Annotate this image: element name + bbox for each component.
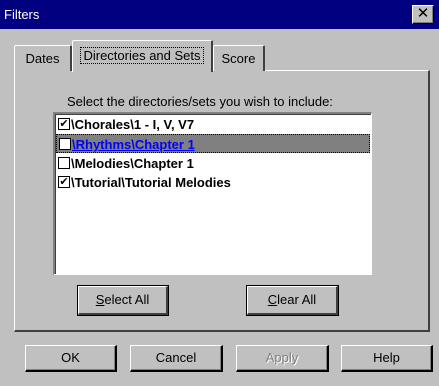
- title-bar[interactable]: Filters ✕: [0, 0, 439, 29]
- button-label: elect All: [104, 292, 150, 307]
- select-all-face: Select All: [78, 286, 168, 315]
- apply-button[interactable]: Apply: [236, 345, 329, 372]
- item-label: \Tutorial\Tutorial Melodies: [71, 175, 231, 190]
- item-label: \Melodies\Chapter 1: [71, 156, 194, 171]
- help-button[interactable]: Help: [341, 345, 433, 372]
- tab-label: Score: [221, 51, 256, 66]
- window-title: Filters: [4, 7, 40, 22]
- item-checkbox[interactable]: [58, 157, 70, 169]
- tab-directories-and-sets[interactable]: Directories and Sets: [72, 40, 213, 72]
- list-item[interactable]: ✔ \Tutorial\Tutorial Melodies: [56, 173, 370, 192]
- clear-all-button[interactable]: Clear All: [246, 285, 339, 316]
- item-checkbox[interactable]: [59, 138, 71, 150]
- item-label: \Chorales\1 - I, V, V7: [71, 117, 195, 132]
- item-checkbox[interactable]: ✔: [58, 176, 70, 188]
- cancel-button[interactable]: Cancel: [130, 345, 223, 372]
- list-item[interactable]: ✔ \Chorales\1 - I, V, V7: [56, 115, 370, 134]
- ok-button[interactable]: OK: [25, 345, 117, 372]
- list-item[interactable]: \Melodies\Chapter 1: [56, 154, 370, 173]
- directories-listbox[interactable]: ✔ \Chorales\1 - I, V, V7 \Rhythms\Chapte…: [53, 112, 372, 275]
- button-label: lear All: [277, 292, 317, 307]
- instruction-text: Select the directories/sets you wish to …: [67, 94, 333, 109]
- tab-label: Directories and Sets: [80, 47, 204, 64]
- list-item-selected[interactable]: \Rhythms\Chapter 1: [56, 134, 370, 153]
- tab-dates[interactable]: Dates: [14, 45, 72, 71]
- tab-label: Dates: [25, 51, 60, 66]
- close-button[interactable]: ✕: [412, 5, 434, 24]
- mnemonic: C: [267, 292, 278, 307]
- item-checkbox[interactable]: ✔: [58, 118, 70, 130]
- item-label: \Rhythms\Chapter 1: [72, 137, 195, 152]
- filters-dialog: Filters ✕ Dates Directories and Sets Sco…: [0, 0, 439, 386]
- select-all-button[interactable]: Select All: [77, 285, 169, 316]
- clear-all-face: Clear All: [247, 286, 338, 315]
- close-icon: ✕: [416, 5, 430, 22]
- tab-score[interactable]: Score: [213, 45, 265, 71]
